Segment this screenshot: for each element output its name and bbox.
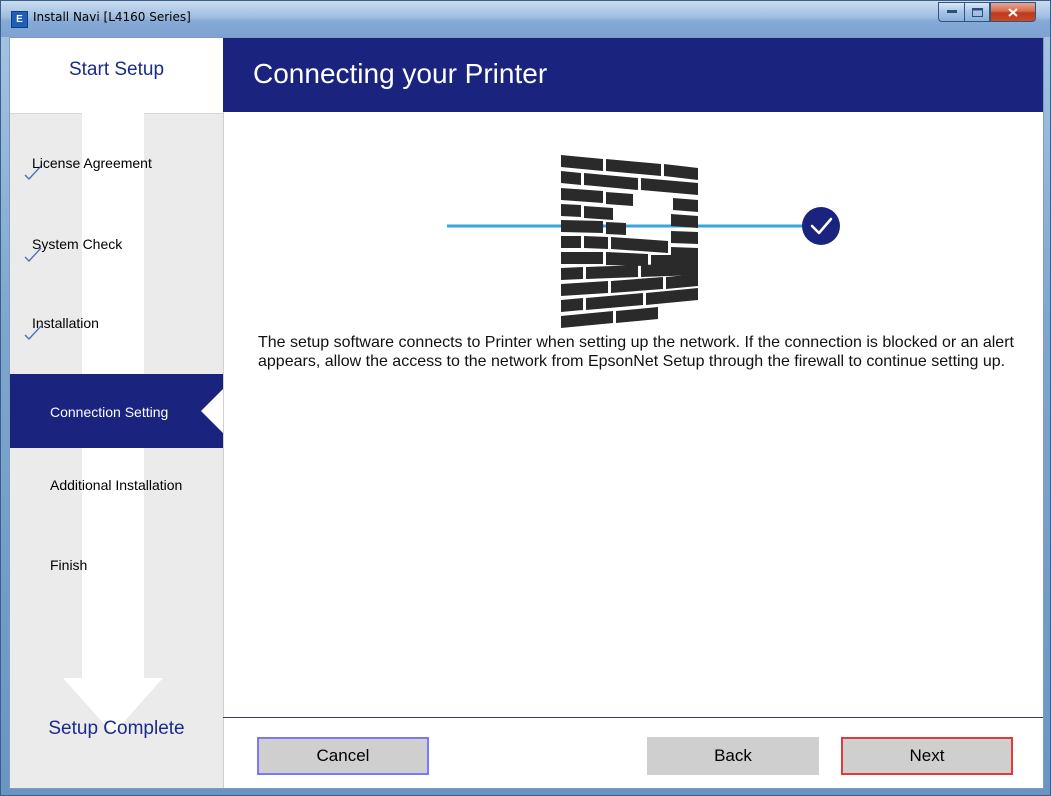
firewall-icon — [447, 155, 840, 328]
cancel-button[interactable]: Cancel — [257, 737, 429, 775]
footer-divider — [223, 717, 1043, 718]
step-connection-setting: Connection Setting — [10, 374, 223, 448]
step-finish: Finish — [10, 528, 223, 602]
start-setup-label: Start Setup — [10, 38, 223, 114]
step-label: License Agreement — [32, 155, 152, 171]
step-label: System Check — [32, 236, 123, 252]
window-title: Install Navi [L4160 Series] — [33, 10, 191, 24]
setup-complete-label: Setup Complete — [48, 718, 185, 739]
step-additional-installation: Additional Installation — [10, 448, 223, 522]
installer-window: E Install Navi [L4160 Series] Start Setu… — [0, 0, 1051, 796]
app-icon: E — [11, 11, 28, 28]
step-label: Additional Installation — [50, 477, 183, 493]
window-controls — [938, 2, 1036, 23]
page-header: Connecting your Printer — [223, 38, 1043, 112]
step-system-check: System Check — [10, 193, 223, 267]
page-title: Connecting your Printer — [253, 58, 548, 89]
description-text: The setup software connects to Printer w… — [258, 334, 1014, 370]
close-icon[interactable] — [990, 2, 1036, 22]
active-step-pointer — [201, 389, 223, 433]
title-bar[interactable]: E Install Navi [L4160 Series] — [1, 1, 1050, 37]
step-label: Installation — [32, 315, 99, 331]
back-button[interactable]: Back — [647, 737, 819, 775]
installer-client-area: Start Setup License Agreement System Che… — [9, 37, 1044, 789]
progress-sidebar: Start Setup License Agreement System Che… — [10, 38, 224, 788]
step-installation: Installation — [10, 273, 223, 347]
minimize-icon[interactable] — [938, 2, 964, 22]
step-label: Finish — [50, 557, 88, 573]
step-license-agreement: License Agreement — [10, 113, 223, 187]
step-label: Connection Setting — [50, 404, 169, 420]
maximize-icon[interactable] — [964, 2, 990, 22]
next-button[interactable]: Next — [841, 737, 1013, 775]
